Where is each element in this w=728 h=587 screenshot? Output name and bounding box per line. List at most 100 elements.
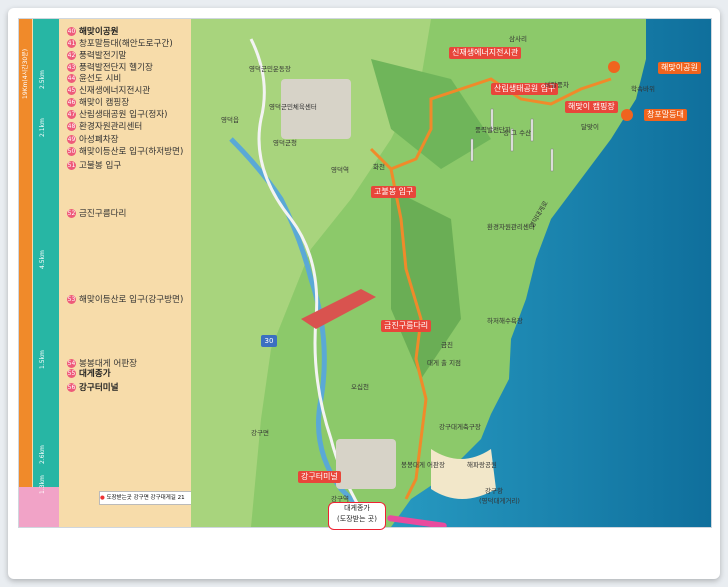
- map-label-yeongdeok-eup: 영덕읍: [221, 116, 239, 124]
- route-info-panel: 19Km(4시간30분) 2.5km 2.1km 4.5km 1.5km 2.6…: [19, 19, 194, 527]
- finish-stamp-place: 대게종가 (도장받는 곳): [328, 502, 386, 530]
- route-stop-number: 47: [67, 110, 76, 119]
- stamp-legend: ● 도장받는곳 강구면 강구대게길 21: [99, 491, 194, 505]
- route-stop-name: 풍력발전기말: [79, 51, 127, 61]
- route-stop-50: 50 해맞이등산로 입구(하저방면): [67, 147, 183, 157]
- route-stop-53: 53 해맞이등산로 입구(강구방면): [67, 295, 183, 305]
- map-label-crab-point: 대게 출 지점: [427, 359, 462, 367]
- distance-label-seg5: 2.6km: [39, 445, 46, 464]
- route-stop-number: 56: [67, 383, 76, 392]
- map-label-seafood: 성 그 수산: [503, 129, 532, 137]
- distance-label-seg4: 1.5km: [39, 350, 46, 369]
- route-stop-number: 45: [67, 86, 76, 95]
- map-label-crab-street: (영덕대게거리): [479, 497, 520, 505]
- route-stop-number: 48: [67, 122, 76, 131]
- distance-label-seg6: 1.3km: [39, 475, 46, 494]
- route-stop-44: 44 윤선도 시비: [67, 74, 121, 84]
- map-label-dalmaji: 달맞이: [581, 123, 599, 131]
- map-illustration: [191, 19, 711, 527]
- map-label-yeongdeok-station: 영덕역: [331, 166, 349, 174]
- route-stop-52: 52 금진구름다리: [67, 209, 126, 219]
- route-stop-number: 42: [67, 51, 76, 60]
- route-stop-number: 49: [67, 135, 76, 144]
- photo-frame: 19Km(4시간30분) 2.5km 2.1km 4.5km 1.5km 2.6…: [8, 8, 720, 579]
- route-stop-number: 54: [67, 359, 76, 368]
- route-stop-number: 53: [67, 295, 76, 304]
- route-stop-name: 해맞이등산로 입구(하저방면): [79, 147, 184, 157]
- route-stop-40: 40 해맞이공원: [67, 27, 119, 37]
- route-stop-51: 51 고불봉 입구: [67, 161, 121, 171]
- map-viewport: 19Km(4시간30분) 2.5km 2.1km 4.5km 1.5km 2.6…: [18, 18, 712, 528]
- route-stop-54: 54 봉봉대게 어판장: [67, 359, 137, 369]
- route-stop-name: 고불봉 입구: [79, 161, 122, 171]
- route-stop-47: 47 산림생태공원 입구(정자): [67, 110, 168, 120]
- route-stop-56: 56 강구터미널: [67, 383, 119, 393]
- town-ganggu: [336, 439, 396, 489]
- route-stop-number: 44: [67, 74, 76, 83]
- route-stop-number: 52: [67, 209, 76, 218]
- map-label-geumjin: 금진: [441, 341, 453, 349]
- route-stop-name: 산림생태공원 입구(정자): [79, 110, 168, 120]
- route-stop-name: 해맞이 캠핑장: [79, 98, 130, 108]
- route-stop-name: 신재생에너지전시관: [79, 86, 151, 96]
- route-stop-49: 49 아성폐차장: [67, 135, 119, 145]
- map-tag-lighthouse: 창포말등대: [644, 109, 687, 121]
- map-label-samsari: 삼사리: [509, 35, 527, 43]
- map-tag-energy-hall: 신재생에너지전시관: [449, 47, 522, 59]
- route-stop-number: 50: [67, 147, 76, 156]
- map-label-ganggu-soccer: 강구대게축구장: [439, 423, 481, 431]
- map-label-crab-market: 봉봉대게 어판장: [401, 461, 445, 469]
- map-tag-gobulbong: 고불봉 입구: [371, 186, 417, 198]
- distance-label-seg2: 2.1km: [39, 118, 46, 137]
- route-stop-46: 46 해맞이 캠핑장: [67, 98, 129, 108]
- map-label-haksok-rock: 학속바위: [631, 85, 655, 93]
- route-stop-name: 해맞이공원: [79, 27, 119, 37]
- route-stop-name: 봉봉대게 어판장: [79, 359, 138, 369]
- map-label-hajeo-beach: 하저해수욕장: [487, 317, 523, 325]
- route-stop-number: 43: [67, 63, 76, 72]
- route-stop-number: 46: [67, 98, 76, 107]
- route-stop-name: 해맞이등산로 입구(강구방면): [79, 295, 184, 305]
- map-label-ganggu-myeon: 강구면: [251, 429, 269, 437]
- route-stop-name: 윤선도 시비: [79, 74, 122, 84]
- map-label-ganggu-port: 강구항: [485, 487, 503, 495]
- distance-label-seg1: 2.5km: [39, 70, 46, 89]
- map-label-sports-center: 영덕군민체육센터: [269, 103, 317, 111]
- marker-40: [608, 61, 620, 73]
- route-stop-name: 금진구름다리: [79, 209, 127, 219]
- route-stop-43: 43 풍력발전단지 헬기장: [67, 63, 153, 73]
- map-label-county-office: 영덕군청: [273, 139, 297, 147]
- route-stop-number: 51: [67, 161, 76, 170]
- road-sign-30: 30: [261, 335, 277, 347]
- trail-map: 신재생에너지전시관 산림생태공원 입구 해맞이공원 해맞이 캠핑장 창포말등대 …: [191, 19, 711, 527]
- map-tag-ganggu-terminal: 강구터미널: [298, 471, 341, 483]
- route-stop-number: 40: [67, 27, 76, 36]
- route-stop-name: 환경자원관리센터: [79, 122, 143, 132]
- route-stop-45: 45 신재생에너지전시관: [67, 86, 150, 96]
- map-tag-camping: 해맞이 캠핑장: [565, 101, 618, 113]
- route-stop-name: 풍력발전단지 헬기장: [79, 63, 153, 73]
- route-stop-name: 창포말등대(해안도로구간): [79, 39, 173, 49]
- distance-label-seg3: 4.5km: [39, 250, 46, 269]
- route-stop-name: 대게종가: [79, 369, 111, 379]
- map-label-osipcheon: 오십천: [351, 383, 369, 391]
- map-tag-geumjin-bridge: 금진구름다리: [381, 320, 432, 332]
- map-label-haeparang-park: 해파랑공원: [467, 461, 497, 469]
- route-stop-41: 41 창포말등대(해안도로구간): [67, 39, 173, 49]
- map-tag-sunrise-park: 해맞이공원: [658, 62, 701, 74]
- route-stop-name: 강구터미널: [79, 383, 119, 393]
- route-stop-42: 42 풍력발전기말: [67, 51, 126, 61]
- route-stop-55: 55 대게종가: [67, 369, 111, 379]
- route-stop-48: 48 환경자원관리센터: [67, 122, 142, 132]
- distance-label-total: 19Km(4시간30분): [22, 48, 29, 99]
- map-label-hwacheon: 화천: [373, 163, 385, 171]
- marker-41: [621, 109, 633, 121]
- map-label-stadium: 영덕군민운동장: [249, 65, 291, 73]
- distance-strip-segments: [33, 19, 59, 527]
- finish-stamp-text: 대게종가 (도장받는 곳): [337, 504, 377, 523]
- route-stop-number: 55: [67, 369, 76, 378]
- map-label-windmill-slope: 비탈풍차: [545, 81, 569, 89]
- route-stop-number: 41: [67, 39, 76, 48]
- route-stop-name: 아성폐차장: [79, 135, 119, 145]
- stamp-legend-text: 도장받는곳 강구면 강구대게길 21: [106, 495, 185, 501]
